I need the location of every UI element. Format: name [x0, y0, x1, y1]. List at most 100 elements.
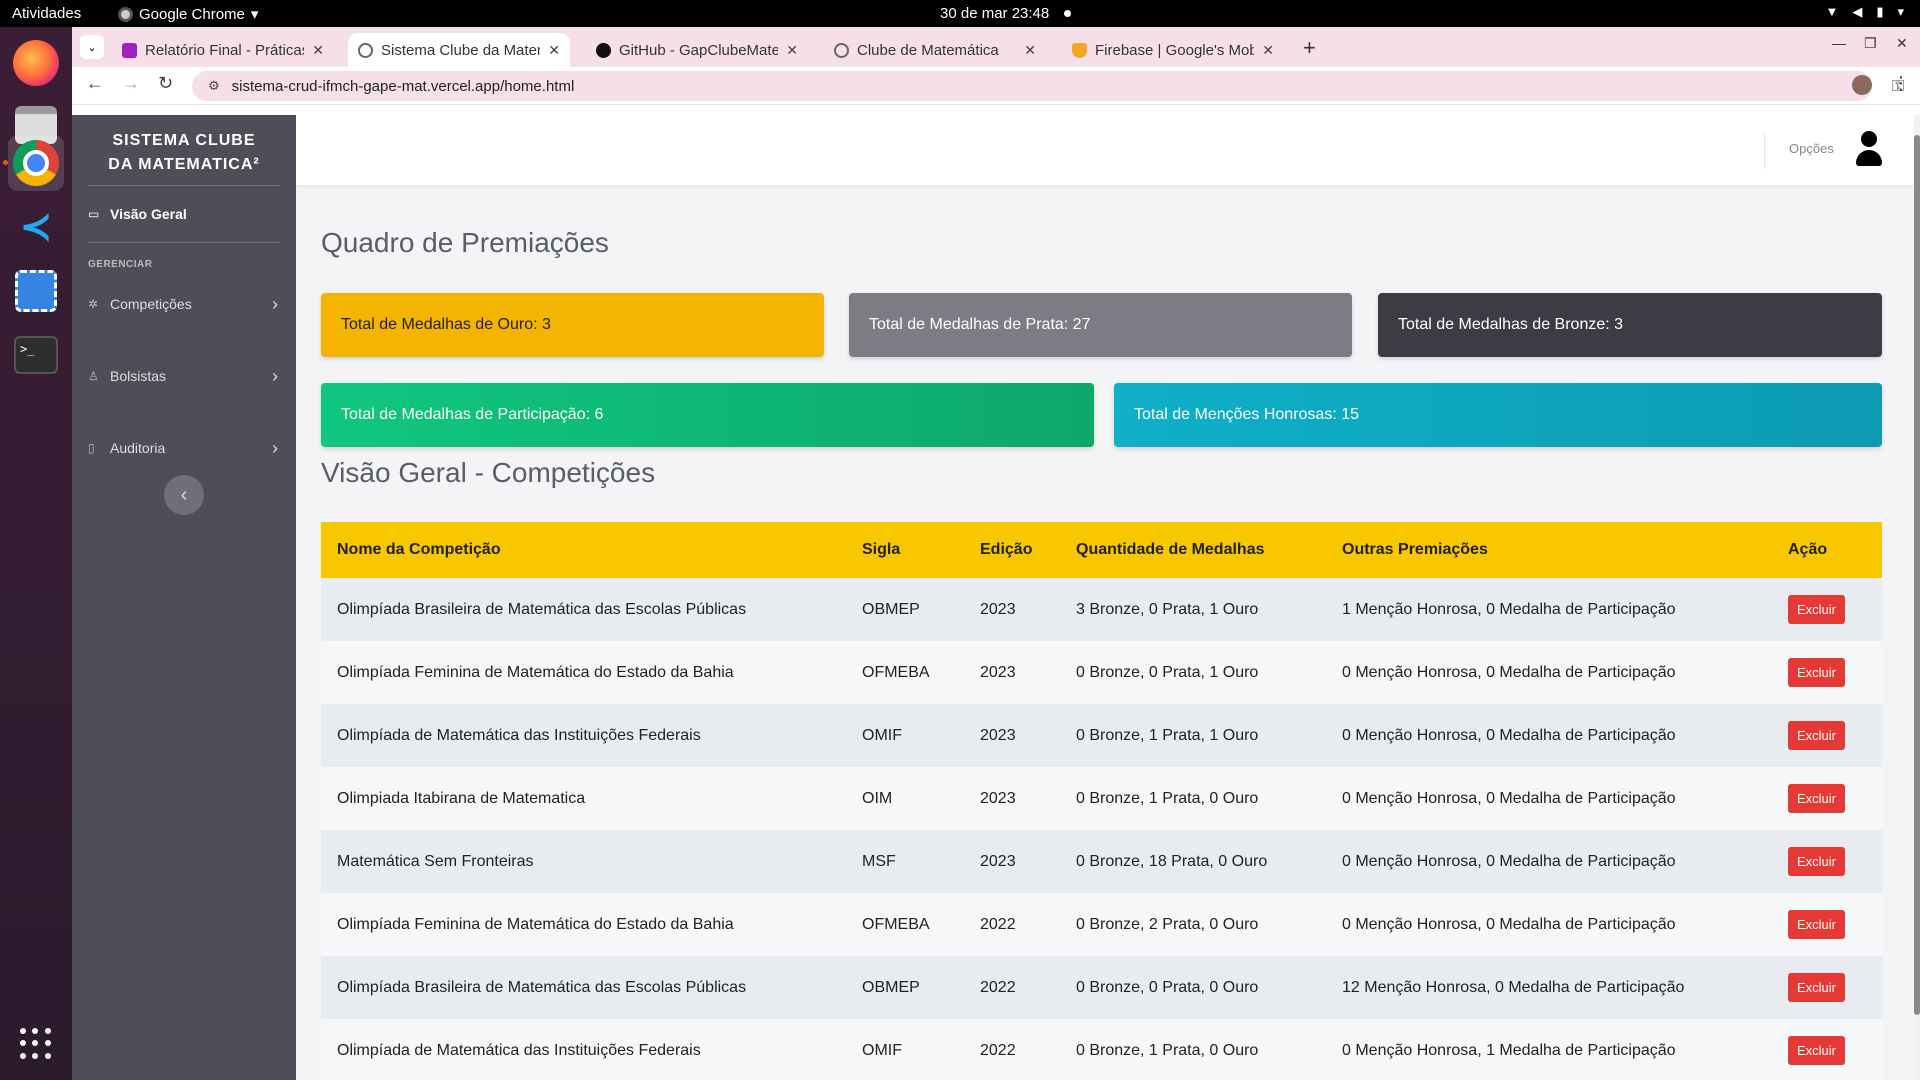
address-bar[interactable]: ⚙ sistema-crud-ifmch-gape-mat.vercel.app…: [192, 71, 1904, 101]
globe-icon: [834, 42, 849, 58]
notification-dot: [1064, 10, 1071, 17]
dock-firefox[interactable]: [8, 35, 64, 91]
back-icon[interactable]: ←: [86, 73, 104, 94]
other-awards: 1 Menção Honrosa, 0 Medalha de Participa…: [1342, 600, 1676, 618]
sidebar-brand[interactable]: SISTEMA CLUBE DA MATEMATICA²: [72, 115, 296, 185]
browser-toolbar: ← → ↻ ⚙ sistema-crud-ifmch-gape-mat.verc…: [72, 67, 1920, 105]
action-cell: Excluir: [1772, 658, 1882, 687]
site-info-icon[interactable]: ⚙: [208, 78, 220, 94]
dock-terminal[interactable]: >_: [8, 327, 64, 383]
awards-title: Quadro de Premiações: [321, 227, 609, 258]
gear-icon: ✲: [88, 297, 99, 311]
competition-name: Olimpíada Feminina de Matemática do Esta…: [337, 663, 734, 681]
clock[interactable]: 30 de mar 23:48: [940, 5, 1049, 22]
column-header: Sigla: [862, 541, 901, 558]
tab-relatorio[interactable]: Relatório Final - Práticas ✕: [112, 33, 334, 67]
book-icon: ▭: [88, 207, 100, 221]
delete-button[interactable]: Excluir: [1788, 595, 1846, 624]
table-row: Olimpíada Brasileira de Matemática das E…: [321, 578, 1882, 641]
dock-screenshot[interactable]: [8, 263, 64, 319]
medal-count: 0 Bronze, 18 Prata, 0 Ouro: [1076, 852, 1268, 870]
app-menu-label: Google Chrome: [139, 5, 245, 23]
competition-acronym: OFMEBA: [862, 663, 930, 681]
app-menu[interactable]: Google Chrome ▾: [118, 5, 258, 23]
tab-title: Sistema Clube da Matem: [381, 41, 541, 59]
chevron-down-icon: ▾: [250, 6, 259, 23]
competition-acronym: OIM: [862, 789, 893, 807]
chevron-down-icon: ⌄: [87, 41, 97, 54]
close-icon[interactable]: ✕: [1024, 42, 1036, 59]
forward-icon[interactable]: →: [122, 73, 140, 94]
tab-clube[interactable]: Clube de Matemática ✕: [824, 33, 1046, 67]
chevron-right-icon: ›: [272, 293, 278, 314]
activities-button[interactable]: Atividades: [12, 5, 81, 22]
sidebar-item-overview[interactable]: ▭ Visão Geral: [72, 186, 296, 242]
restore-icon[interactable]: ❐: [1864, 35, 1877, 52]
other-awards: 0 Menção Honrosa, 0 Medalha de Participa…: [1342, 663, 1676, 681]
options-label[interactable]: Opções: [1789, 141, 1834, 156]
competition-acronym: OBMEP: [862, 600, 920, 618]
tab-sistema[interactable]: Sistema Clube da Matem ✕: [348, 33, 570, 67]
terminal-icon: >_: [14, 336, 58, 374]
delete-button[interactable]: Excluir: [1788, 721, 1846, 750]
medal-count: 0 Bronze, 1 Prata, 0 Ouro: [1076, 1041, 1259, 1059]
page-scrollbar[interactable]: [1914, 115, 1920, 1080]
chevron-right-icon: ›: [272, 365, 278, 386]
volume-icon: ◀: [1852, 4, 1863, 19]
close-icon[interactable]: ✕: [1262, 42, 1274, 59]
dock-vscode[interactable]: ≺: [8, 199, 64, 255]
system-tray[interactable]: ▼ ◀ ▮ ▾: [1825, 4, 1904, 20]
doc-icon: [122, 42, 137, 58]
user-icon[interactable]: [1856, 131, 1882, 167]
delete-button[interactable]: Excluir: [1788, 658, 1846, 687]
delete-button[interactable]: Excluir: [1788, 847, 1846, 876]
close-icon[interactable]: ✕: [312, 42, 324, 59]
chrome-icon: [13, 140, 59, 186]
sidebar-item-auditoria[interactable]: ▯ Auditoria ›: [72, 420, 296, 476]
url-text: sistema-crud-ifmch-gape-mat.vercel.app/h…: [231, 77, 575, 95]
table-row: Olimpíada Feminina de Matemática do Esta…: [321, 641, 1882, 704]
column-header: Outras Premiações: [1342, 541, 1488, 558]
sidebar: SISTEMA CLUBE DA MATEMATICA² ▭ Visão Ger…: [72, 115, 296, 1080]
action-cell: Excluir: [1772, 721, 1882, 750]
other-awards: 0 Menção Honrosa, 0 Medalha de Participa…: [1342, 915, 1676, 933]
firefox-icon: [13, 40, 59, 86]
sidebar-toggle-button[interactable]: ‹: [164, 475, 204, 515]
competition-name: Olimpíada de Matemática das Instituições…: [337, 1041, 701, 1059]
tab-github[interactable]: GitHub - GapClubeMater ✕: [586, 33, 808, 67]
minimize-icon[interactable]: —: [1832, 35, 1846, 51]
action-cell: Excluir: [1772, 847, 1882, 876]
close-icon[interactable]: ✕: [548, 42, 560, 59]
other-awards: 0 Menção Honrosa, 0 Medalha de Participa…: [1342, 789, 1676, 807]
medal-count: 0 Bronze, 2 Prata, 0 Ouro: [1076, 915, 1259, 933]
delete-button[interactable]: Excluir: [1788, 784, 1846, 813]
table-header: Nome da Competição Sigla Edição Quantida…: [321, 522, 1882, 578]
delete-button[interactable]: Excluir: [1788, 910, 1846, 939]
other-awards: 0 Menção Honrosa, 0 Medalha de Participa…: [1342, 852, 1676, 870]
competition-edition: 2023: [980, 789, 1016, 807]
tab-title: Relatório Final - Práticas: [145, 41, 305, 59]
competition-acronym: OMIF: [862, 1041, 902, 1059]
sidebar-item-competicoes[interactable]: ✲ Competições ›: [72, 276, 296, 332]
tab-title: GitHub - GapClubeMater: [619, 41, 779, 59]
new-tab-icon[interactable]: +: [1303, 35, 1316, 61]
delete-button[interactable]: Excluir: [1788, 973, 1846, 1002]
close-icon[interactable]: ✕: [786, 42, 798, 59]
tab-firebase[interactable]: Firebase | Google's Mobi ✕: [1062, 33, 1284, 67]
more-icon[interactable]: ⋮: [1892, 73, 1910, 94]
table-row: Olimpíada Brasileira de Matemática das E…: [321, 956, 1882, 1019]
tab-search-button[interactable]: ⌄: [80, 35, 104, 59]
show-apps-icon[interactable]: [20, 1028, 52, 1060]
column-header: Ação: [1788, 541, 1828, 558]
delete-button[interactable]: Excluir: [1788, 1036, 1846, 1065]
competition-edition: 2022: [980, 978, 1016, 996]
scrollbar-thumb[interactable]: [1914, 135, 1920, 1015]
sidebar-heading: GERENCIAR: [88, 259, 153, 270]
competition-name: Olimpíada Brasileira de Matemática das E…: [337, 978, 747, 996]
sidebar-item-bolsistas[interactable]: ♙ Bolsistas ›: [72, 348, 296, 404]
action-cell: Excluir: [1772, 784, 1882, 813]
reload-icon[interactable]: ↻: [158, 73, 173, 94]
close-window-icon[interactable]: ✕: [1896, 35, 1908, 52]
dock-chrome[interactable]: [8, 135, 64, 191]
avatar[interactable]: [1852, 75, 1872, 95]
